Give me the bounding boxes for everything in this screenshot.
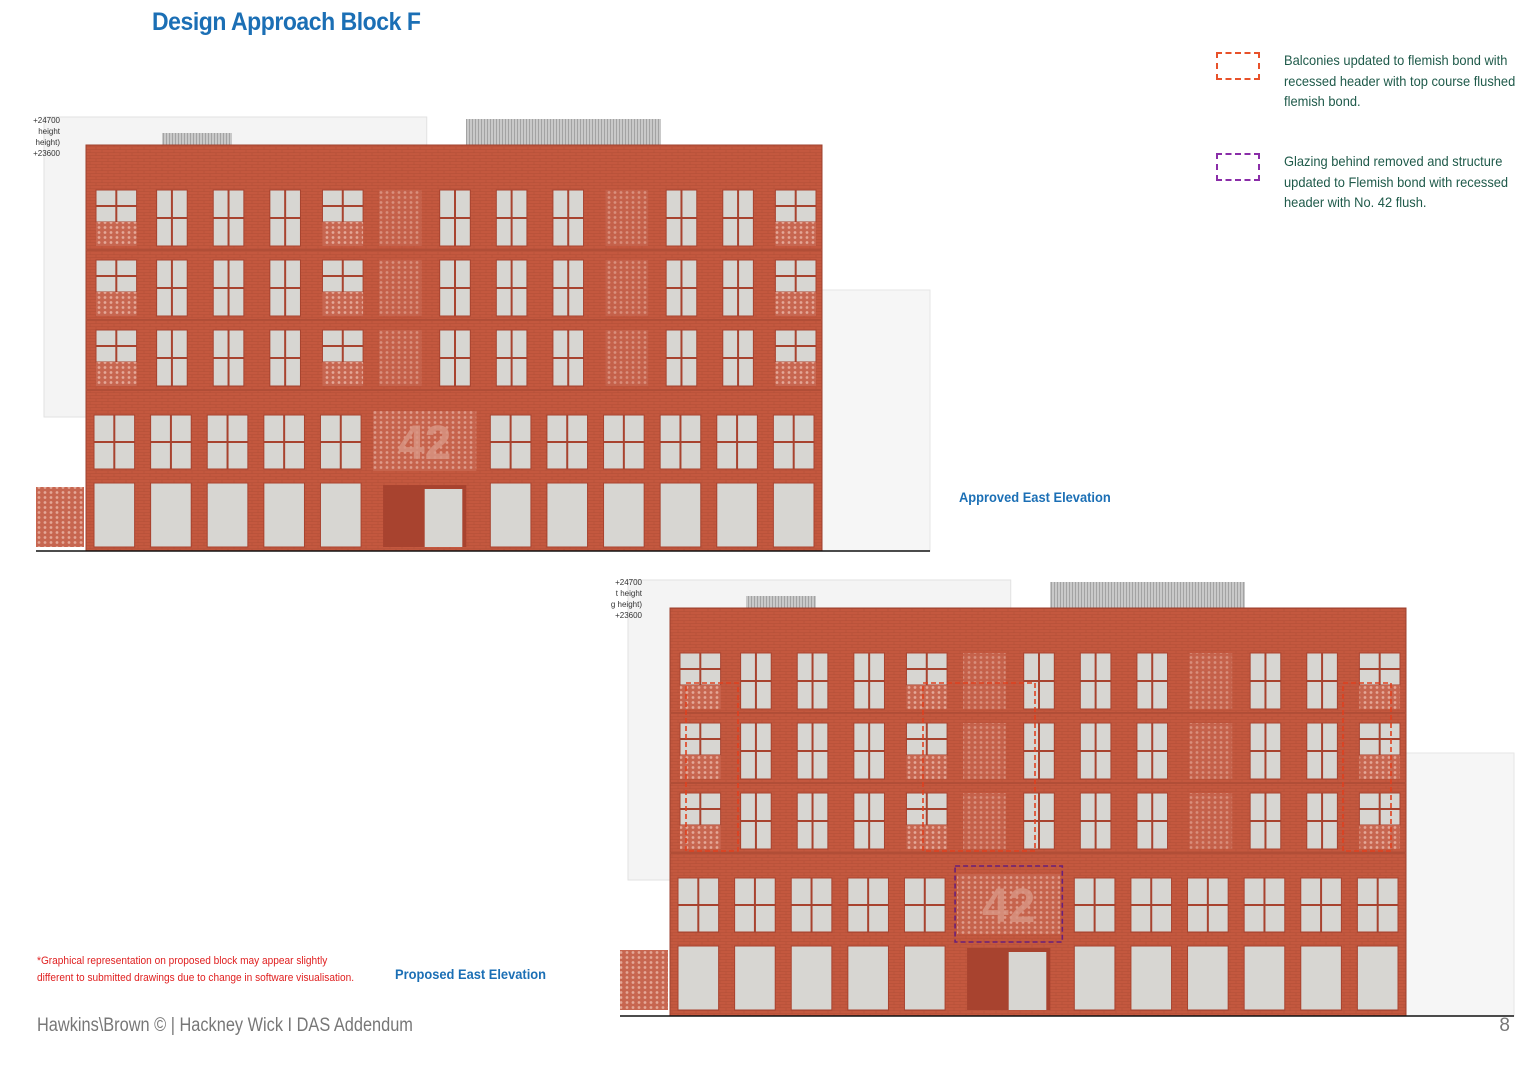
level-label: +24700 bbox=[33, 116, 60, 125]
level-label: t height bbox=[615, 589, 642, 598]
ghost-building-right bbox=[1405, 752, 1515, 1017]
proposed-caption: Proposed East Elevation bbox=[395, 966, 547, 982]
level-label: height bbox=[38, 127, 60, 136]
brick-screen-panel bbox=[605, 190, 649, 246]
entrance-door bbox=[1008, 952, 1047, 1010]
side-gate bbox=[36, 487, 84, 547]
balcony-screen bbox=[322, 362, 364, 386]
proposed-level-labels: +24700 t height g height) +23600 bbox=[606, 577, 642, 621]
shopfront-door-glazing bbox=[206, 482, 249, 548]
brick-screen-panel bbox=[963, 723, 1006, 779]
shopfront-door-glazing bbox=[903, 945, 946, 1011]
shopfront-door-glazing bbox=[93, 482, 136, 548]
brick-screen-panel bbox=[379, 190, 422, 246]
balcony-screen bbox=[1359, 825, 1400, 849]
shopfront-door-glazing bbox=[716, 482, 758, 548]
shopfront-door-glazing bbox=[847, 945, 889, 1011]
balcony-screen bbox=[96, 222, 137, 246]
brick-screen-panel bbox=[963, 793, 1006, 849]
brick-screen-panel bbox=[1189, 793, 1233, 849]
building-number: 42 bbox=[398, 417, 451, 470]
page-number: 8 bbox=[1499, 1015, 1510, 1036]
shopfront-door-glazing bbox=[319, 482, 362, 548]
shopfront-door-glazing bbox=[1356, 945, 1399, 1011]
shopfront-door-glazing bbox=[150, 482, 192, 548]
balcony-screen bbox=[680, 825, 721, 849]
shopfront-door-glazing bbox=[1187, 945, 1229, 1011]
shopfront-door-glazing bbox=[546, 482, 589, 548]
entrance-door bbox=[424, 489, 463, 547]
balcony-screen bbox=[906, 755, 948, 779]
level-label: +23600 bbox=[615, 611, 642, 620]
brick-screen-panel bbox=[605, 260, 649, 316]
note-line: *Graphical representation on proposed bl… bbox=[37, 955, 328, 967]
balcony-screen bbox=[775, 292, 816, 316]
rooftop-plant bbox=[746, 596, 816, 608]
balcony-screen bbox=[1359, 685, 1400, 709]
rooftop-plant bbox=[1050, 582, 1245, 608]
shopfront-door-glazing bbox=[734, 945, 776, 1011]
brick-screen-panel bbox=[379, 330, 422, 386]
balcony-screen bbox=[906, 685, 948, 709]
rooftop-plant bbox=[162, 133, 232, 145]
shopfront-door-glazing bbox=[677, 945, 720, 1011]
balcony-screen bbox=[906, 825, 948, 849]
brick-screen-panel bbox=[1189, 723, 1233, 779]
brick-screen-panel bbox=[1189, 653, 1233, 709]
note-line: different to submitted drawings due to c… bbox=[37, 972, 355, 984]
balcony-screen bbox=[322, 222, 364, 246]
disclaimer-note: *Graphical representation on proposed bl… bbox=[37, 953, 355, 987]
rooftop-plant bbox=[466, 119, 661, 145]
balcony-screen bbox=[775, 362, 816, 386]
shopfront-door-glazing bbox=[1130, 945, 1173, 1011]
level-label: height) bbox=[35, 138, 60, 147]
ghost-building-right bbox=[821, 289, 931, 552]
brick-screen-panel bbox=[963, 653, 1006, 709]
balcony-screen bbox=[775, 222, 816, 246]
approved-caption: Approved East Elevation bbox=[959, 489, 1111, 505]
level-label: +24700 bbox=[615, 578, 642, 587]
level-label: g height) bbox=[610, 600, 642, 609]
shopfront-door-glazing bbox=[1243, 945, 1286, 1011]
approved-east-elevation-drawing: 42 42 bbox=[36, 116, 1515, 1017]
shopfront-door-glazing bbox=[603, 482, 645, 548]
shopfront-door-glazing bbox=[1300, 945, 1342, 1011]
approved-level-labels: +24700 height height) +23600 bbox=[28, 115, 60, 159]
shopfront-door-glazing bbox=[489, 482, 532, 548]
side-gate bbox=[620, 950, 668, 1010]
balcony-screen bbox=[322, 292, 364, 316]
building-number: 42 bbox=[982, 880, 1035, 933]
level-label: +23600 bbox=[33, 149, 60, 158]
balcony-screen bbox=[96, 292, 137, 316]
shopfront-door-glazing bbox=[790, 945, 833, 1011]
shopfront-door-glazing bbox=[263, 482, 305, 548]
balcony-screen bbox=[1359, 755, 1400, 779]
footer-text: Hawkins\Brown © | Hackney Wick I DAS Add… bbox=[37, 1015, 413, 1036]
brick-screen-panel bbox=[379, 260, 422, 316]
shopfront-door-glazing bbox=[772, 482, 815, 548]
shopfront-door-glazing bbox=[1073, 945, 1116, 1011]
balcony-screen bbox=[96, 362, 137, 386]
shopfront-door-glazing bbox=[659, 482, 702, 548]
brick-screen-panel bbox=[605, 330, 649, 386]
